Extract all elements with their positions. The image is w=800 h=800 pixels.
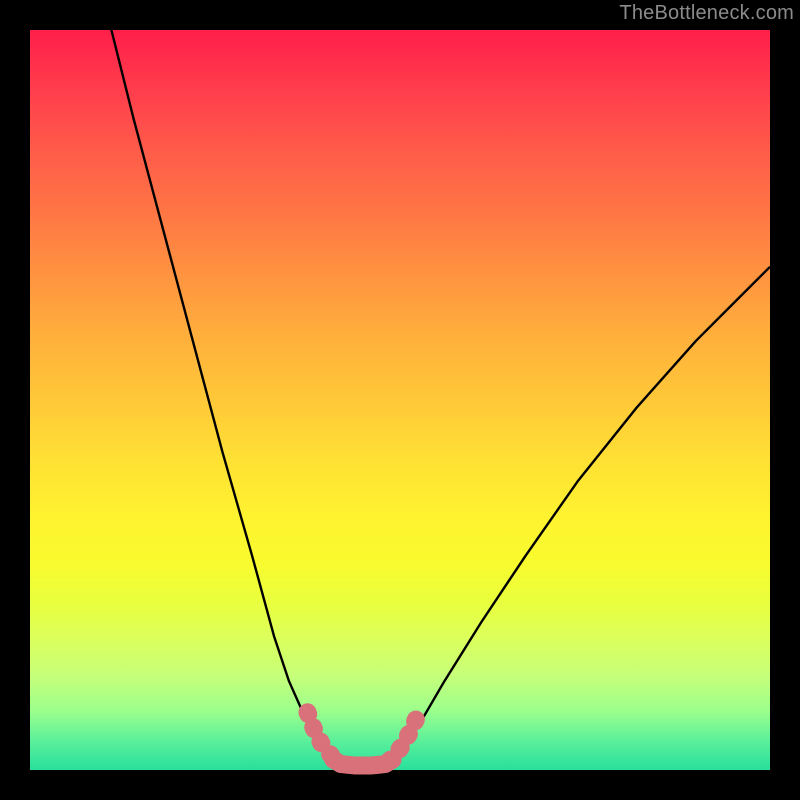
chart-svg (30, 30, 770, 770)
series-right-branch (393, 267, 770, 759)
watermark-text: TheBottleneck.com (619, 2, 794, 25)
chart-frame: TheBottleneck.com (0, 0, 800, 800)
series-group (111, 30, 770, 766)
series-left-branch (111, 30, 333, 759)
series-accent-right-rise (389, 714, 419, 761)
plot-area (30, 30, 770, 770)
